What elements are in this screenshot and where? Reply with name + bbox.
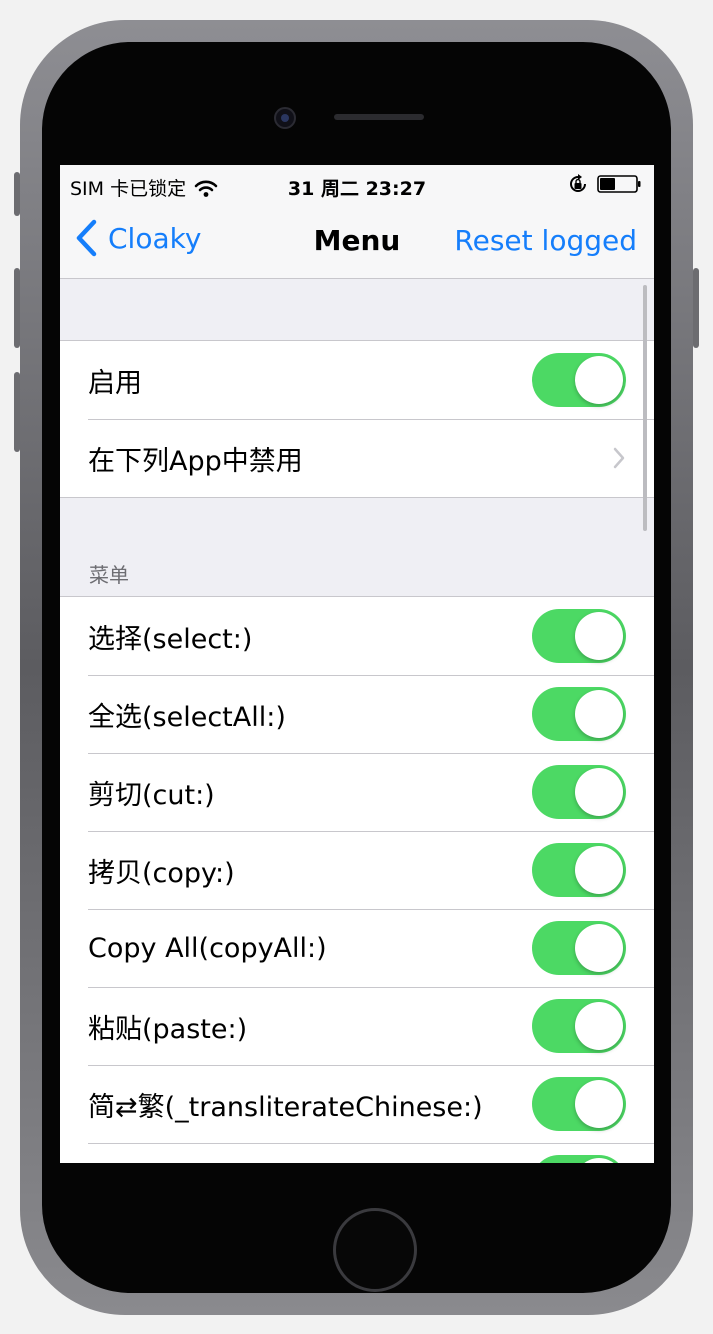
menu-row-copy[interactable]: 拷贝(copy:) [60,831,654,909]
status-right [567,173,642,195]
menu-section-header: 菜单 [89,563,129,587]
menu-row-paste[interactable]: 粘贴(paste:) [60,987,654,1065]
toggle-knob [575,924,623,972]
toggle-knob [575,612,623,660]
chevron-right-icon [613,447,625,469]
status-bar: SIM 卡已锁定 31 周二 23:27 [60,165,654,205]
toggle-knob [575,690,623,738]
cut-toggle[interactable] [532,765,626,819]
menu-row-transliterate[interactable]: 简⇄繁(_transliterateChinese:) [60,1065,654,1143]
back-button-label: Cloaky [108,221,202,255]
transliterate-toggle[interactable] [532,1077,626,1131]
disable-in-apps-label: 在下列App中禁用 [88,445,303,477]
menu-row-partial[interactable] [60,1143,654,1163]
back-button[interactable]: Cloaky [74,219,201,257]
scroll-indicator[interactable] [643,285,647,531]
disable-in-apps-row[interactable]: 在下列App中禁用 [60,419,654,497]
general-group: 启用 在下列App中禁用 [60,340,654,498]
toggle-knob [575,768,623,816]
select-toggle[interactable] [532,609,626,663]
menu-row-select-all[interactable]: 全选(selectAll:) [60,675,654,753]
toggle-knob [575,846,623,894]
home-button[interactable] [333,1208,417,1292]
copy-all-toggle[interactable] [532,921,626,975]
menu-row-copy-all[interactable]: Copy All(copyAll:) [60,909,654,987]
toggle-knob [575,1002,623,1050]
next-toggle[interactable] [532,1155,626,1163]
paste-toggle[interactable] [532,999,626,1053]
battery-icon [597,175,641,193]
clock: 31 周二 23:27 [287,178,427,200]
enable-row[interactable]: 启用 [60,341,654,419]
volume-down-button[interactable] [14,372,20,452]
volume-up-button[interactable] [14,268,20,348]
toggle-knob [575,1080,623,1128]
menu-group: 选择(select:) 全选(selectAll:) 剪切(cut:) 拷贝(c… [60,596,654,1163]
power-button[interactable] [693,268,699,348]
enable-toggle[interactable] [532,353,626,407]
menu-row-cut[interactable]: 剪切(cut:) [60,753,654,831]
chevron-left-icon [76,219,97,257]
settings-list[interactable]: 启用 在下列App中禁用 菜单 选择(select:) 全选(selectAll… [60,279,654,1163]
menu-row-select[interactable]: 选择(select:) [60,597,654,675]
earpiece-speaker [334,114,424,120]
screen: SIM 卡已锁定 31 周二 23:27 Cloaky Menu Reset l… [60,165,654,1163]
select-all-toggle[interactable] [532,687,626,741]
rotation-lock-icon [570,174,586,192]
toggle-knob [575,356,623,404]
toggle-knob [575,1158,623,1163]
mute-switch[interactable] [14,172,20,216]
navigation-bar: Cloaky Menu Reset logged [60,205,654,279]
reset-logged-button[interactable]: Reset logged [454,224,637,257]
front-camera-icon [274,107,296,129]
copy-toggle[interactable] [532,843,626,897]
